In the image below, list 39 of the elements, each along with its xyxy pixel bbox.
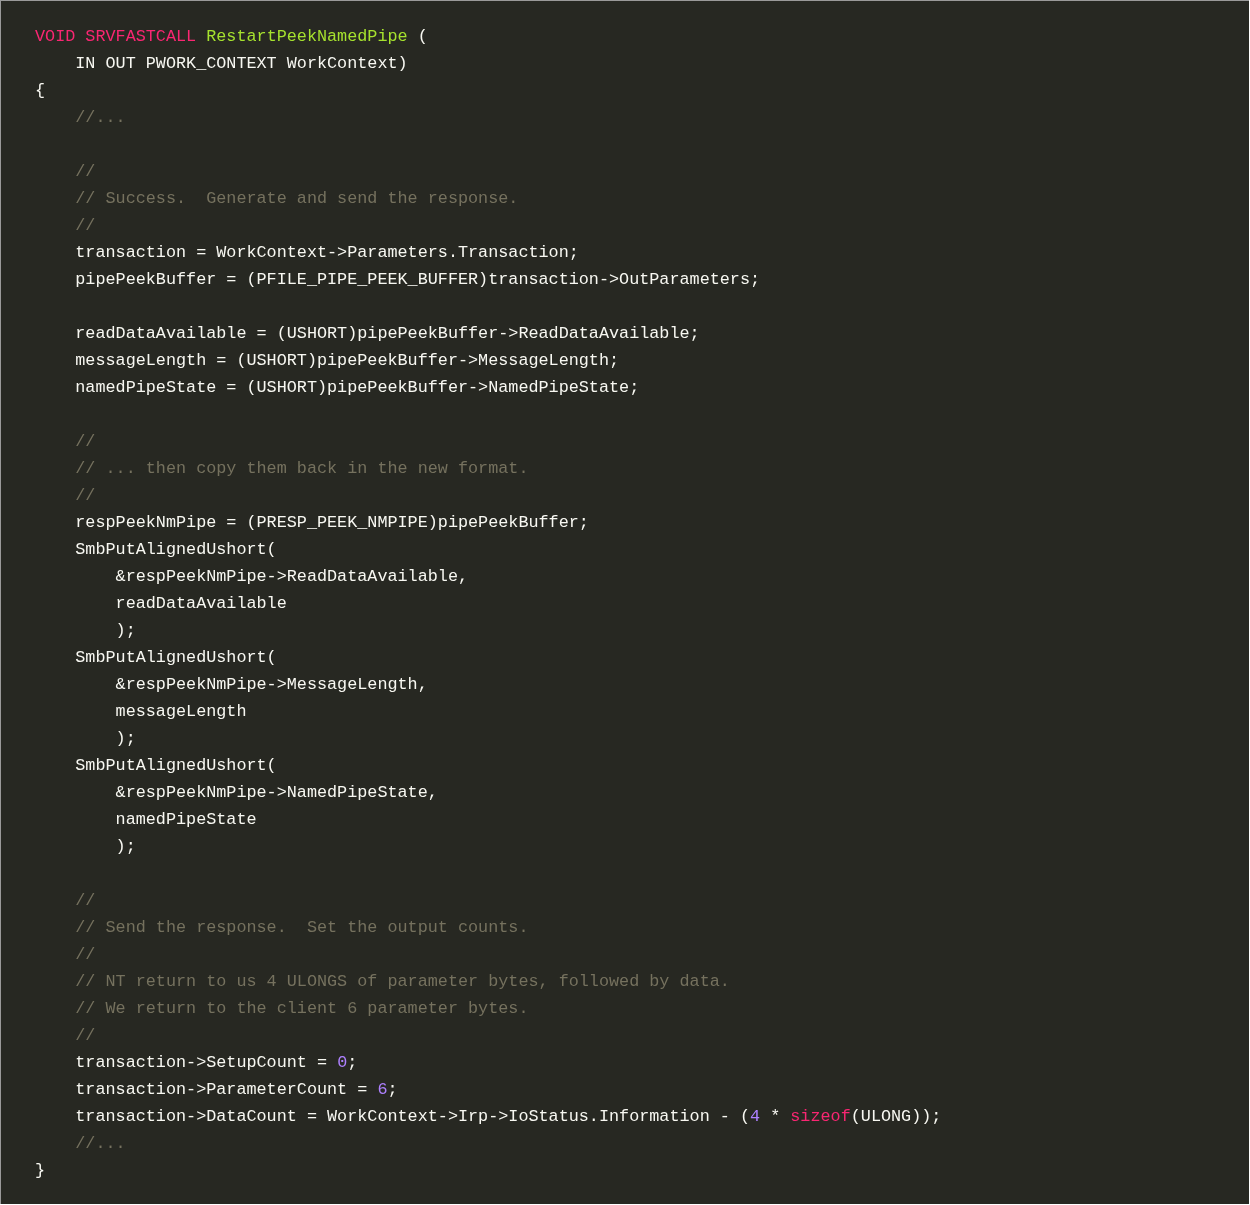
code-line: // xyxy=(75,485,96,507)
code-line: // xyxy=(75,161,96,183)
code-line: transaction->ParameterCount = 6; xyxy=(75,1079,398,1101)
code-line: { xyxy=(35,80,46,102)
code-line: // xyxy=(75,944,96,966)
code-line: ); xyxy=(115,836,136,858)
code-line: SmbPutAlignedUshort( xyxy=(75,539,277,561)
code-line: namedPipeState xyxy=(115,809,257,831)
code-line: // xyxy=(75,890,96,912)
code-line: // ... then copy them back in the new format. xyxy=(75,458,529,480)
code-line: &respPeekNmPipe->NamedPipeState, xyxy=(115,782,438,804)
code-line: IN OUT PWORK_CONTEXT WorkContext) xyxy=(75,53,408,75)
code-line: } xyxy=(35,1160,46,1182)
code-line: // NT return to us 4 ULONGS of parameter bytes, followed by data. xyxy=(75,971,730,993)
code-line: SmbPutAlignedUshort( xyxy=(75,755,277,777)
code-line: //... xyxy=(75,1133,126,1155)
code-line: transaction->SetupCount = 0; xyxy=(75,1052,358,1074)
code-line: readDataAvailable xyxy=(115,593,287,615)
code-line: // We return to the client 6 parameter bytes. xyxy=(75,998,529,1020)
code-line: ); xyxy=(115,728,136,750)
code-line: namedPipeState = (USHORT)pipePeekBuffer->NamedPipeState; xyxy=(75,377,640,399)
code-line: respPeekNmPipe = (PRESP_PEEK_NMPIPE)pipePeekBuffer; xyxy=(75,512,589,534)
code-line: // xyxy=(75,215,96,237)
code-line: transaction = WorkContext->Parameters.Transaction; xyxy=(75,242,579,264)
code-line: ); xyxy=(115,620,136,642)
code-line: &respPeekNmPipe->MessageLength, xyxy=(115,674,428,696)
code-line: pipePeekBuffer = (PFILE_PIPE_PEEK_BUFFER)transaction->OutParameters; xyxy=(75,269,761,291)
code-line: // xyxy=(75,1025,96,1047)
code-line: // xyxy=(75,431,96,453)
code-line: //... xyxy=(75,107,126,129)
code-line: messageLength xyxy=(115,701,247,723)
code-line: messageLength = (USHORT)pipePeekBuffer->MessageLength; xyxy=(75,350,620,372)
code-line: VOID SRVFASTCALL RestartPeekNamedPipe ( xyxy=(35,26,428,48)
code-line: SmbPutAlignedUshort( xyxy=(75,647,277,669)
code-line: transaction->DataCount = WorkContext->Irp->IoStatus.Information - (4 * sizeof(ULONG)); xyxy=(75,1106,942,1128)
code-line: &respPeekNmPipe->ReadDataAvailable, xyxy=(115,566,469,588)
code-line: // Success. Generate and send the response. xyxy=(75,188,519,210)
code-line: readDataAvailable = (USHORT)pipePeekBuffer->ReadDataAvailable; xyxy=(75,323,700,345)
code-line: // Send the response. Set the output counts. xyxy=(75,917,529,939)
